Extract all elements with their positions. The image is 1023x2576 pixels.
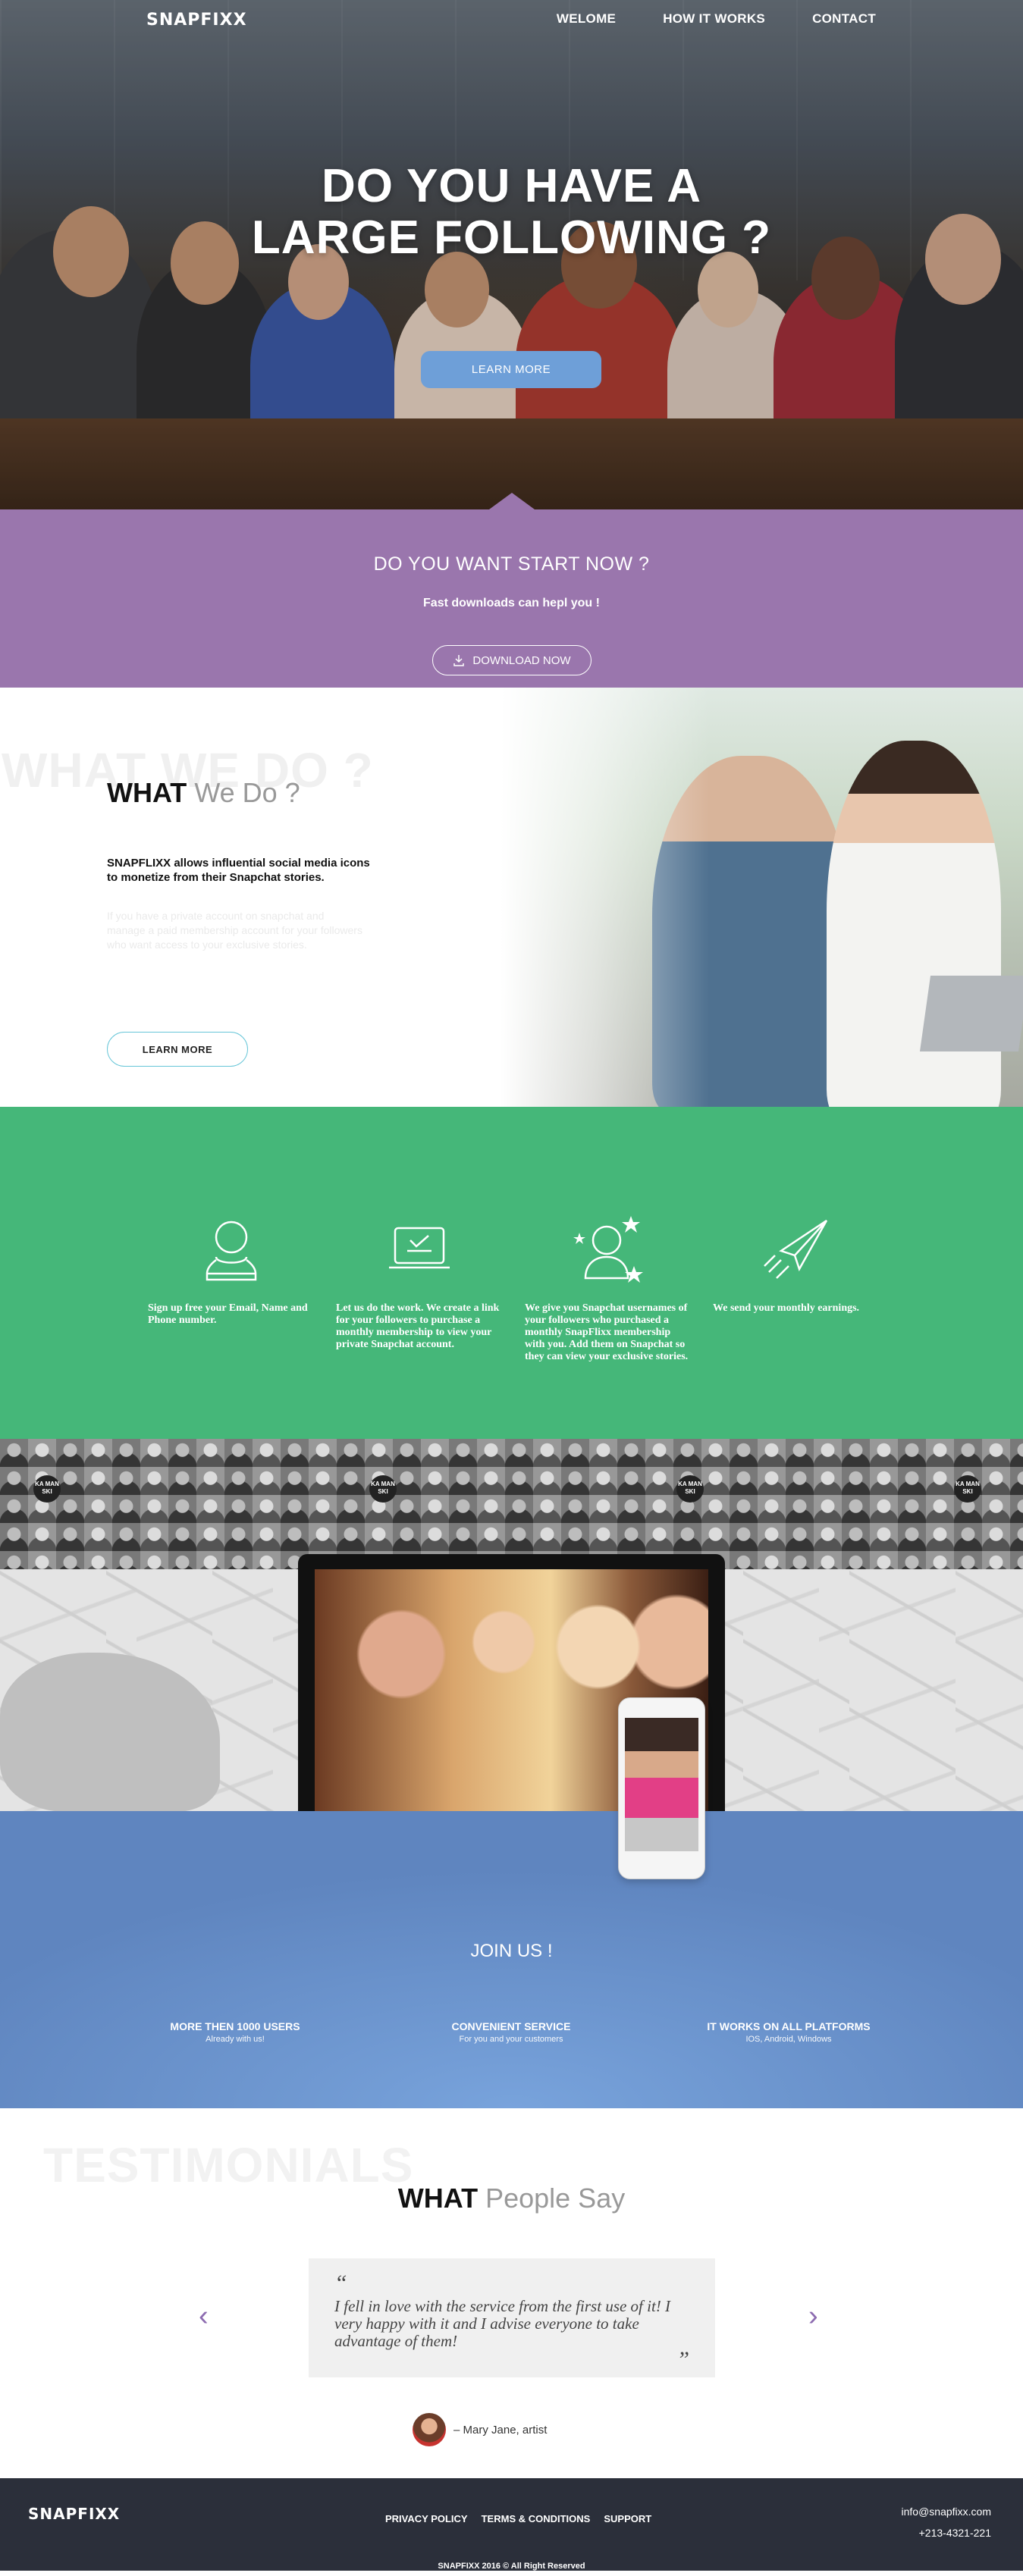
- testimonial-next-button[interactable]: ›: [808, 2301, 818, 2331]
- footer-links: PRIVACY POLICY TERMS & CONDITIONS SUPPOR…: [385, 2513, 651, 2524]
- hero-title-line1: DO YOU HAVE A: [321, 160, 702, 212]
- paper-plane-icon: [764, 1219, 828, 1279]
- step-1-text: Sign up free your Email, Name and Phone …: [148, 1302, 308, 1326]
- nav-link-how-it-works[interactable]: HOW IT WORKS: [663, 11, 765, 27]
- feature-users: MORE THEN 1000 USERS Already with us!: [121, 2020, 349, 2044]
- download-icon: [453, 655, 465, 666]
- feature-platforms: IT WORKS ON ALL PLATFORMS IOS, Android, …: [675, 2020, 902, 2044]
- feature-users-title: MORE THEN 1000 USERS: [170, 2020, 300, 2032]
- faces-mosaic: KA MAN SKI KA MAN SKI KA MAN SKI KA MAN …: [0, 1439, 1023, 1569]
- cta-heading: DO YOU WANT START NOW ?: [373, 553, 650, 575]
- feature-users-sub: Already with us!: [206, 2035, 265, 2044]
- kamanski-badge: KA MAN SKI: [369, 1475, 397, 1503]
- testimonial-quote-box: “ I fell in love with the service from t…: [309, 2258, 715, 2377]
- footer-link-terms[interactable]: TERMS & CONDITIONS: [482, 2513, 591, 2524]
- footer: SNAPFIXX PRIVACY POLICY TERMS & CONDITIO…: [0, 2478, 1023, 2571]
- nav-link-welcome[interactable]: WELOME: [557, 11, 616, 27]
- footer-link-support[interactable]: SUPPORT: [604, 2513, 651, 2524]
- testimonials-section: TESTIMONIALS WHAT People Say ‹ “ I fell …: [0, 2108, 1023, 2478]
- feature-platforms-sub: IOS, Android, Windows: [745, 2035, 832, 2044]
- kamanski-badge: KA MAN SKI: [676, 1475, 704, 1503]
- footer-email[interactable]: info@snapfixx.com: [902, 2501, 991, 2522]
- join-heading: JOIN US !: [470, 1941, 553, 1961]
- join-section: JOIN US ! MORE THEN 1000 USERS Already w…: [0, 1697, 1023, 2108]
- what-we-do-lead: SNAPFLIXX allows influential social medi…: [107, 857, 370, 884]
- feature-service: CONVENIENT SERVICE For you and your cust…: [397, 2020, 625, 2044]
- smartphone-screen-photo: [625, 1718, 698, 1851]
- how-it-works-section: Sign up free your Email, Name and Phone …: [0, 1107, 1023, 1439]
- couple-photo: [501, 688, 1023, 1107]
- kamanski-badge: KA MAN SKI: [33, 1475, 61, 1503]
- avatar: [413, 2413, 446, 2446]
- step-3: We give you Snapchat usernames of your f…: [525, 1213, 690, 1363]
- smartphone: [618, 1697, 705, 1879]
- what-we-do-title: WHAT We Do ?: [107, 777, 300, 808]
- step-4-text: We send your monthly earnings.: [713, 1302, 860, 1314]
- hero-section: SNAPFIXX WELOME HOW IT WORKS CONTACT DO …: [0, 0, 1023, 509]
- open-quote-icon: “: [334, 2270, 347, 2296]
- feature-platforms-title: IT WORKS ON ALL PLATFORMS: [707, 2020, 871, 2032]
- kamanski-badge: KA MAN SKI: [954, 1475, 981, 1503]
- footer-logo[interactable]: SNAPFIXX: [28, 2505, 120, 2523]
- feature-service-title: CONVENIENT SERVICE: [451, 2020, 571, 2032]
- user-icon: [206, 1221, 257, 1281]
- cta-section: DO YOU WANT START NOW ? Fast downloads c…: [0, 509, 1023, 688]
- footer-phone[interactable]: +213-4321-221: [902, 2522, 991, 2543]
- footer-contact: info@snapfixx.com +213-4321-221: [902, 2501, 991, 2543]
- top-nav: SNAPFIXX WELOME HOW IT WORKS CONTACT: [0, 0, 1023, 42]
- what-we-do-learn-more-button[interactable]: LEARN MORE: [107, 1032, 248, 1067]
- hero-title: DO YOU HAVE A LARGE FOLLOWING ?: [0, 161, 1023, 264]
- step-2: Let us do the work. We create a link for…: [336, 1213, 501, 1351]
- testimonial-author-name: – Mary Jane, artist: [453, 2423, 548, 2437]
- what-we-do-section: WHAT WE DO ? WHAT We Do ? SNAPFLIXX allo…: [0, 688, 1023, 1107]
- footer-link-privacy[interactable]: PRIVACY POLICY: [385, 2513, 468, 2524]
- logo[interactable]: SNAPFIXX: [146, 11, 247, 30]
- step-2-text: Let us do the work. We create a link for…: [336, 1302, 500, 1350]
- hero-title-line2: LARGE FOLLOWING ?: [251, 212, 772, 264]
- what-we-do-description: If you have a private account on snapcha…: [107, 910, 362, 951]
- nav-links: WELOME HOW IT WORKS CONTACT: [557, 11, 876, 27]
- device-showcase-section: KA MAN SKI KA MAN SKI KA MAN SKI KA MAN …: [0, 1439, 1023, 1811]
- user-stars-icon: [573, 1216, 643, 1283]
- feature-service-sub: For you and your customers: [459, 2035, 563, 2044]
- hero-notch: [489, 493, 535, 509]
- testimonial-prev-button[interactable]: ‹: [199, 2301, 209, 2331]
- close-quote-icon: ”: [676, 2347, 689, 2372]
- nav-link-contact[interactable]: CONTACT: [812, 11, 876, 27]
- laptop-check-icon: [389, 1227, 450, 1269]
- cta-subtext: Fast downloads can hepl you !: [423, 597, 600, 610]
- testimonial-quote: I fell in love with the service from the…: [334, 2297, 671, 2350]
- step-1: Sign up free your Email, Name and Phone …: [148, 1213, 313, 1327]
- hero-learn-more-button[interactable]: LEARN MORE: [421, 351, 601, 388]
- download-now-label: DOWNLOAD NOW: [472, 653, 571, 667]
- step-4: We send your monthly earnings.: [713, 1213, 878, 1315]
- step-3-text: We give you Snapchat usernames of your f…: [525, 1302, 689, 1362]
- testimonials-title: WHAT People Say: [397, 2183, 626, 2214]
- download-now-button[interactable]: DOWNLOAD NOW: [432, 645, 592, 675]
- testimonial-author: – Mary Jane, artist: [413, 2413, 547, 2446]
- footer-copyright: SNAPFIXX 2016 © All Right Reserved: [438, 2562, 585, 2571]
